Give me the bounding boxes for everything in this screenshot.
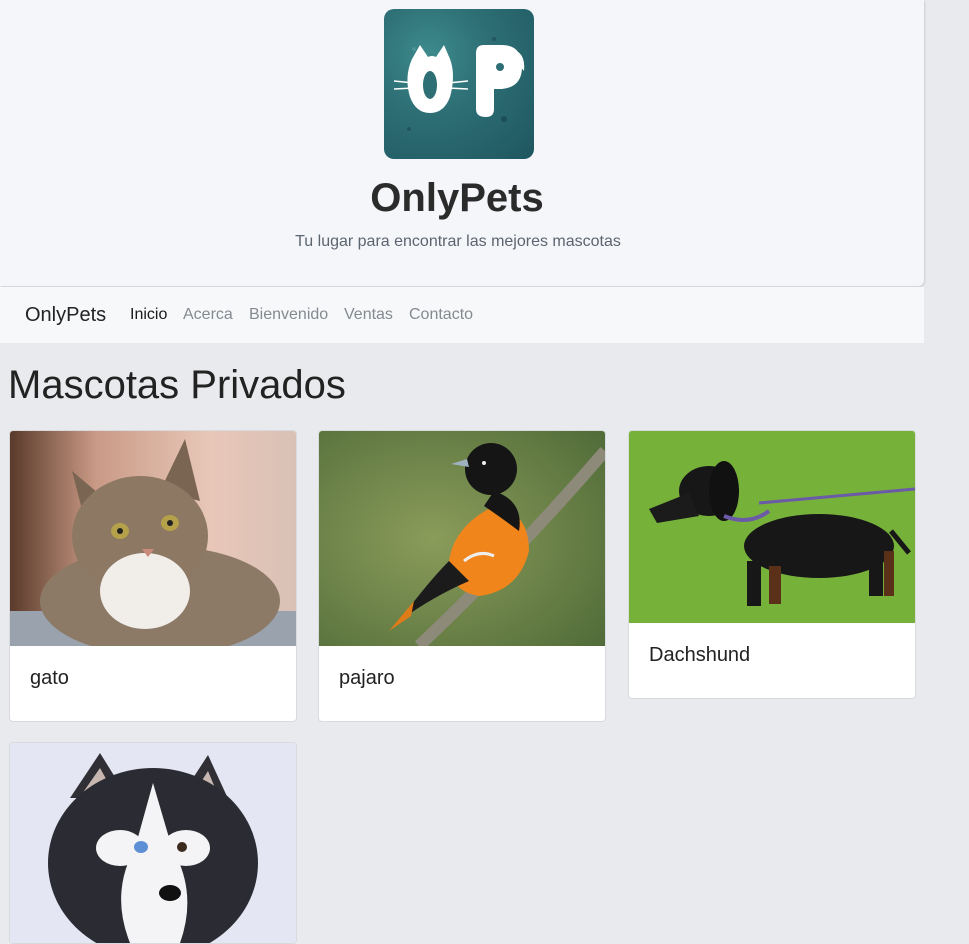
navbar-brand[interactable]: OnlyPets — [25, 304, 106, 327]
pet-card-gato[interactable]: gato — [9, 430, 297, 722]
site-tagline: Tu lugar para encontrar las mejores masc… — [295, 233, 621, 250]
pet-card-husky[interactable] — [9, 742, 297, 944]
nav-link-ventas[interactable]: Ventas — [344, 306, 393, 324]
husky-image[interactable] — [10, 743, 296, 943]
onlypets-logo[interactable] — [384, 9, 534, 159]
cat-image[interactable] — [10, 431, 296, 646]
site-title: OnlyPets — [370, 176, 544, 220]
pet-name: Dachshund — [649, 644, 751, 666]
pet-card-pajaro[interactable]: pajaro — [318, 430, 606, 722]
main-navbar: OnlyPets Inicio Acerca Bienvenido Ventas… — [0, 287, 924, 343]
bird-image[interactable] — [319, 431, 605, 646]
pet-name: gato — [30, 667, 69, 689]
dachshund-image[interactable] — [629, 431, 915, 623]
nav-link-inicio[interactable]: Inicio — [130, 306, 167, 324]
nav-link-contacto[interactable]: Contacto — [409, 306, 473, 324]
nav-link-bienvenido[interactable]: Bienvenido — [249, 306, 328, 324]
section-title: Mascotas Privados — [8, 363, 346, 407]
pet-name: pajaro — [339, 667, 395, 689]
hero-header: OnlyPets Tu lugar para encontrar las mej… — [0, 0, 924, 286]
nav-link-acerca[interactable]: Acerca — [183, 306, 233, 324]
pet-card-dachshund[interactable]: Dachshund — [628, 430, 916, 699]
